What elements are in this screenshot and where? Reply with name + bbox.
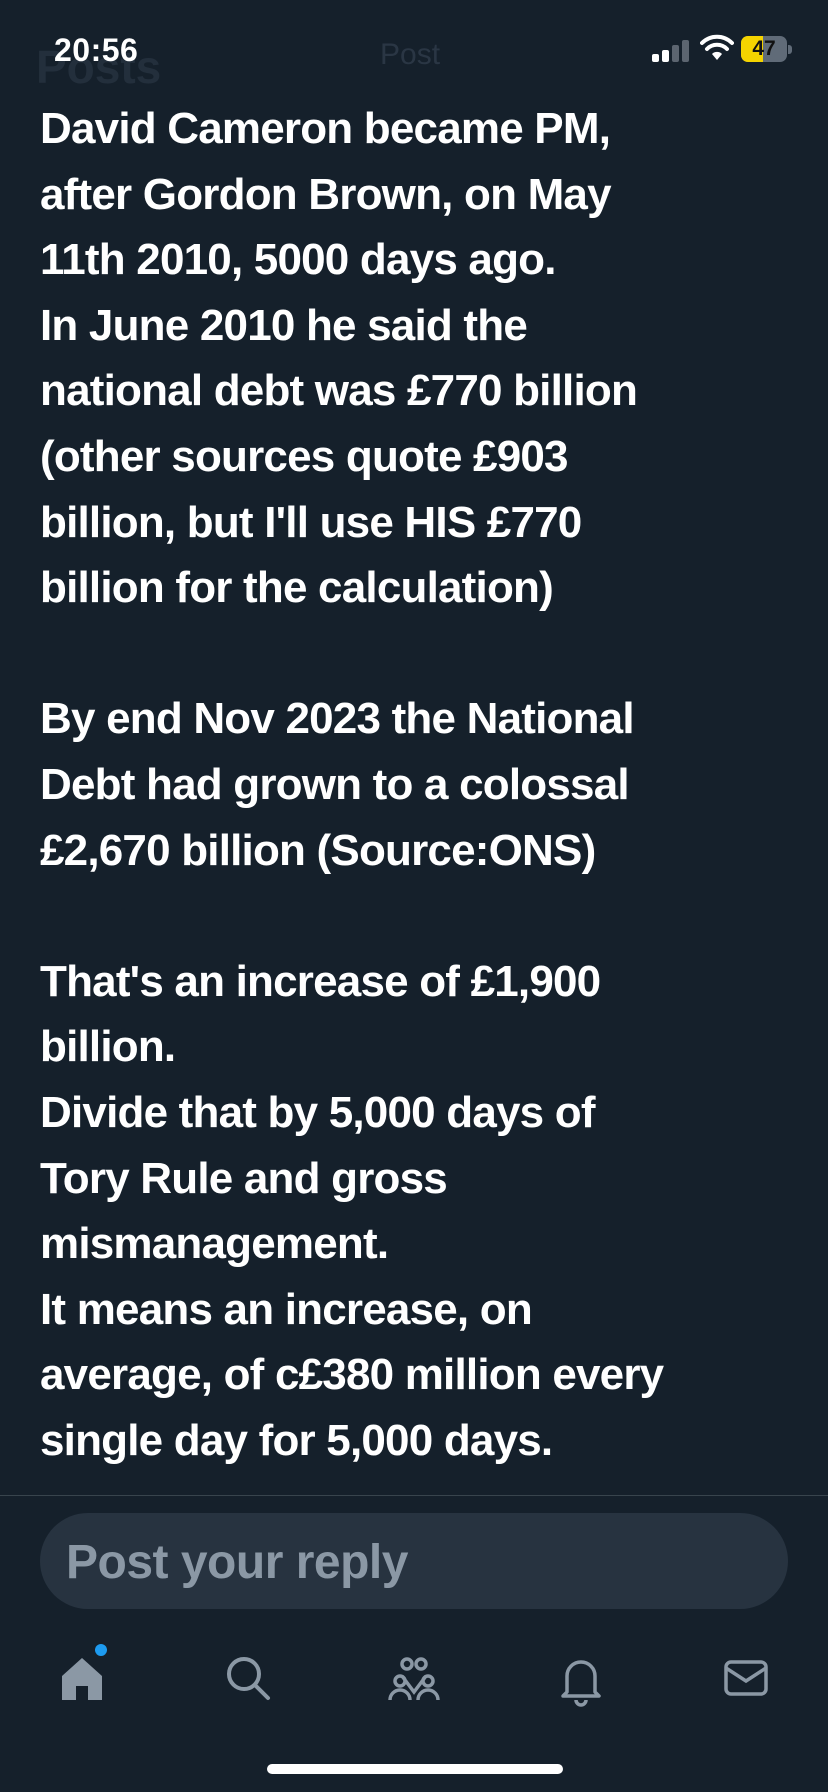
status-time: 20:56 <box>54 32 139 68</box>
communities-icon[interactable] <box>384 1648 444 1708</box>
divider <box>0 1495 828 1496</box>
post-paragraph: That's an increase of £1,900 billion. Di… <box>40 956 664 1465</box>
home-indicator[interactable] <box>267 1764 563 1774</box>
post-body: David Cameron became PM, after Gordon Br… <box>40 96 800 1473</box>
notifications-icon[interactable] <box>551 1648 611 1708</box>
reply-input[interactable]: Post your reply <box>40 1513 788 1609</box>
cellular-signal-icon <box>652 38 692 62</box>
reply-placeholder: Post your reply <box>66 1536 408 1589</box>
post-paragraph: By end Nov 2023 the National Debt had gr… <box>40 694 635 875</box>
search-icon[interactable] <box>218 1648 278 1708</box>
post-paragraph: David Cameron became PM, after Gordon Br… <box>40 104 638 613</box>
home-icon[interactable] <box>52 1648 112 1708</box>
header-ghost-post: Post <box>380 38 441 71</box>
status-bar: Posts Post 20:56 47 <box>0 0 828 100</box>
unread-indicator-dot <box>95 1644 107 1656</box>
messages-icon[interactable] <box>716 1648 776 1708</box>
wifi-icon <box>700 34 734 62</box>
bottom-tab-bar <box>0 1630 828 1730</box>
battery-icon: 47 <box>741 36 792 62</box>
battery-percent: 47 <box>752 37 776 60</box>
